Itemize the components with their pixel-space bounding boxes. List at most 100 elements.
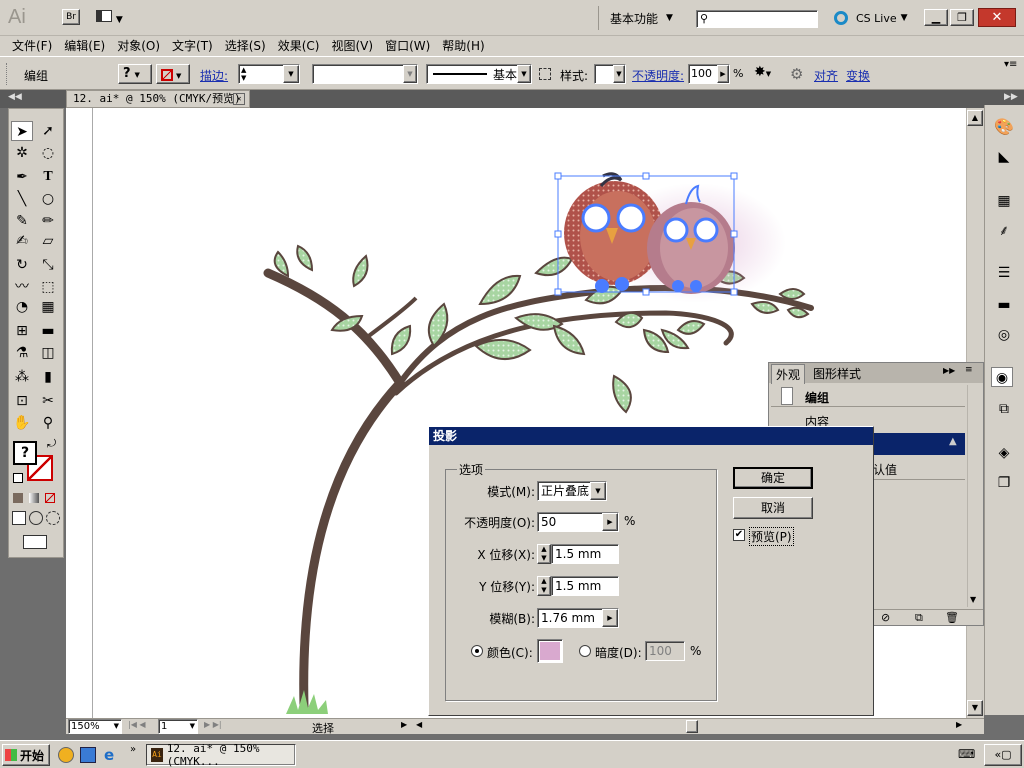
quicklaunch-desktop-icon[interactable] (80, 747, 96, 763)
quicklaunch-media-icon[interactable] (58, 747, 74, 763)
appearance-item-default[interactable]: 认值 (873, 461, 897, 478)
selection-tool-icon[interactable]: ➤ (11, 121, 33, 141)
swap-fill-stroke-icon[interactable]: ⤾ (47, 437, 56, 451)
keyboard-tray-icon[interactable]: ⌨ (958, 747, 975, 761)
gradient-mode-icon[interactable] (29, 493, 39, 503)
stroke-color-dropdown[interactable]: ▼ (156, 64, 190, 84)
color-panel-icon[interactable]: 🎨 (993, 117, 1015, 137)
fill-swatch[interactable]: ? (13, 441, 37, 465)
zoom-tool-icon[interactable]: ⚲ (37, 413, 59, 433)
cancel-button[interactable]: 取消 (733, 497, 813, 519)
collapse-toolbox-icon[interactable]: ◀◀ (8, 92, 22, 102)
scale-tool-icon[interactable]: ⤡ (37, 255, 59, 275)
tab-appearance[interactable]: 外观 (771, 364, 806, 384)
scroll-down-icon[interactable]: ▼ (970, 595, 976, 604)
brushes-panel-icon[interactable]: ⸙ (993, 221, 1015, 241)
hscroll-thumb[interactable] (686, 720, 698, 733)
eraser-tool-icon[interactable]: ▱ (37, 231, 59, 251)
mode-select[interactable]: 正片叠底 ▼ (537, 481, 607, 501)
menu-window[interactable]: 窗口(W) (379, 36, 436, 56)
panel-menu-icon[interactable]: ▾≡ (1004, 59, 1017, 70)
y-offset-stepper[interactable]: ▲ ▼ (537, 576, 551, 596)
fill-color-dropdown[interactable]: ? ▼ (118, 64, 152, 84)
brush-definition-dropdown[interactable]: 基本 ▼ (426, 64, 532, 84)
collapse-dock-icon[interactable]: ▶▶ (1004, 92, 1018, 102)
bridge-button[interactable]: Br (62, 9, 80, 25)
shape-builder-tool-icon[interactable]: ◔ (11, 297, 33, 317)
help-search-input[interactable]: ⚲ (696, 10, 818, 28)
free-transform-tool-icon[interactable]: ⬚ (37, 277, 59, 297)
layers-panel-icon[interactable]: ◈ (993, 443, 1015, 463)
opacity-field[interactable]: 50 ▶ (537, 512, 619, 532)
document-tab[interactable]: 12. ai* @ 150% (CMYK/预览) ✕ (66, 90, 250, 108)
next-artboard-icon[interactable]: ▶ ▶| (204, 720, 222, 729)
first-artboard-icon[interactable]: |◀ ◀ (128, 720, 146, 729)
gradient-panel-icon[interactable]: ▬ (993, 295, 1015, 315)
chevron-down-icon[interactable]: ▼ (283, 65, 299, 83)
clear-appearance-icon[interactable]: ⊘ (881, 611, 890, 624)
color-guide-panel-icon[interactable]: ◣ (993, 147, 1015, 167)
appearance-selected-row[interactable]: ▲ (869, 433, 965, 455)
status-menu-icon[interactable]: ▶ (401, 720, 407, 729)
mesh-tool-icon[interactable]: ⊞ (11, 321, 33, 341)
variable-width-dropdown[interactable]: ▼ (312, 64, 418, 84)
menu-effect[interactable]: 效果(C) (272, 36, 326, 56)
none-mode-icon[interactable] (45, 493, 55, 503)
eyedropper-tool-icon[interactable]: ⚗ (11, 343, 33, 363)
ok-button[interactable]: 确定 (733, 467, 813, 489)
pen-tool-icon[interactable]: ✒ (11, 167, 33, 187)
panel-collapse-icon[interactable]: ▶▶ (943, 366, 955, 375)
restore-button[interactable]: ❐ (950, 9, 974, 26)
chevron-right-icon[interactable]: ▶ (602, 513, 618, 531)
menu-select[interactable]: 选择(S) (219, 36, 272, 56)
opacity-label[interactable]: 不透明度: (632, 67, 684, 84)
blur-field[interactable]: 1.76 mm ▶ (537, 608, 619, 628)
trash-icon[interactable]: 🗑 (945, 611, 959, 624)
stroke-weight-field[interactable]: ▲ ▼ ▼ (238, 64, 300, 84)
shadow-color-swatch[interactable] (537, 639, 563, 663)
preview-label[interactable]: 预览(P) (749, 527, 794, 546)
graphic-style-dropdown[interactable]: ▼ (594, 64, 626, 84)
menu-object[interactable]: 对象(O) (111, 36, 166, 56)
gradient-tool-icon[interactable]: ▬ (37, 321, 59, 341)
transform-link[interactable]: 变换 (846, 67, 870, 84)
panel-menu-icon[interactable]: ≡ (965, 365, 973, 375)
artboard-number-field[interactable]: 1 ▼ (158, 719, 198, 734)
blend-tool-icon[interactable]: ◫ (37, 343, 59, 363)
panel-scrollbar[interactable]: ▼ (967, 385, 981, 607)
minimize-button[interactable]: ▁ (924, 9, 948, 26)
graphic-styles-panel-icon[interactable]: ⧉ (993, 399, 1015, 419)
close-tab-icon[interactable]: ✕ (233, 93, 245, 105)
zoom-field[interactable]: 150% ▼ (68, 719, 122, 734)
opacity-field[interactable]: 100 ▶ (688, 64, 730, 84)
draw-normal-icon[interactable] (12, 511, 26, 525)
hand-tool-icon[interactable]: ✋ (11, 413, 33, 433)
paintbrush-tool-icon[interactable]: ✎ (11, 211, 33, 231)
warp-tool-icon[interactable]: 〰 (11, 277, 33, 297)
lasso-tool-icon[interactable]: ◌ (37, 143, 59, 163)
menu-edit[interactable]: 编辑(E) (58, 36, 111, 56)
scroll-up-icon[interactable]: ▲ (967, 110, 983, 126)
language-bar-button[interactable]: «▢ (984, 744, 1022, 766)
column-graph-tool-icon[interactable]: ▮ (37, 367, 59, 387)
x-offset-stepper[interactable]: ▲ ▼ (537, 544, 551, 564)
control-bar-grip[interactable] (6, 63, 10, 85)
menu-type[interactable]: 文字(T) (166, 36, 219, 56)
color-mode-icon[interactable] (13, 493, 23, 503)
stroke-panel-icon[interactable]: ☰ (993, 263, 1015, 283)
tab-graphic-styles[interactable]: 图形样式 (813, 365, 861, 382)
slice-tool-icon[interactable]: ✂ (37, 391, 59, 411)
darkness-radio[interactable] (579, 645, 591, 657)
menu-view[interactable]: 视图(V) (325, 36, 379, 56)
default-fill-stroke-icon[interactable] (13, 473, 23, 483)
cs-live-menu[interactable]: CS Live ▼ (834, 9, 908, 27)
line-tool-icon[interactable]: ╲ (11, 189, 33, 209)
menu-file[interactable]: 文件(F) (6, 36, 58, 56)
quicklaunch-more-icon[interactable]: » (130, 744, 136, 755)
color-radio[interactable] (471, 645, 483, 657)
align-link[interactable]: 对齐 (814, 67, 838, 84)
direct-selection-tool-icon[interactable]: ➚ (37, 121, 59, 141)
magic-wand-tool-icon[interactable]: ✲ (11, 143, 33, 163)
transparency-panel-icon[interactable]: ◎ (993, 325, 1015, 345)
stepper-icon[interactable]: ▲ ▼ (241, 66, 246, 82)
